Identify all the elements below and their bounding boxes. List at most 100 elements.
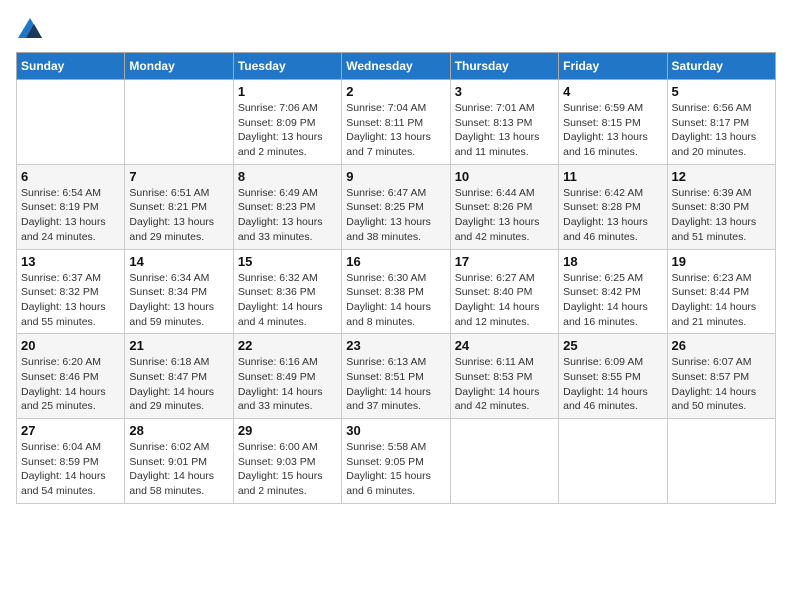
- day-info: Sunrise: 6:13 AM Sunset: 8:51 PM Dayligh…: [346, 355, 445, 414]
- day-number: 13: [21, 254, 120, 269]
- day-info: Sunrise: 6:04 AM Sunset: 8:59 PM Dayligh…: [21, 440, 120, 499]
- calendar-cell: 15 Sunrise: 6:32 AM Sunset: 8:36 PM Dayli…: [233, 249, 341, 334]
- day-number: 3: [455, 84, 554, 99]
- calendar-cell: 28 Sunrise: 6:02 AM Sunset: 9:01 PM Dayli…: [125, 419, 233, 504]
- day-info: Sunrise: 6:47 AM Sunset: 8:25 PM Dayligh…: [346, 186, 445, 245]
- day-info: Sunrise: 6:30 AM Sunset: 8:38 PM Dayligh…: [346, 271, 445, 330]
- calendar-cell: [17, 80, 125, 165]
- day-number: 18: [563, 254, 662, 269]
- day-number: 15: [238, 254, 337, 269]
- day-number: 23: [346, 338, 445, 353]
- day-info: Sunrise: 6:32 AM Sunset: 8:36 PM Dayligh…: [238, 271, 337, 330]
- calendar-cell: [125, 80, 233, 165]
- calendar-week-row: 6 Sunrise: 6:54 AM Sunset: 8:19 PM Daylig…: [17, 164, 776, 249]
- calendar-cell: [559, 419, 667, 504]
- calendar-cell: 21Sunrise: 6:18 AM Sunset: 8:47 PM Dayli…: [125, 334, 233, 419]
- day-info: Sunrise: 6:16 AM Sunset: 8:49 PM Dayligh…: [238, 355, 337, 414]
- calendar-cell: 25 Sunrise: 6:09 AM Sunset: 8:55 PM Dayli…: [559, 334, 667, 419]
- day-info: Sunrise: 6:23 AM Sunset: 8:44 PM Dayligh…: [672, 271, 771, 330]
- calendar-cell: 24 Sunrise: 6:11 AM Sunset: 8:53 PM Dayli…: [450, 334, 558, 419]
- calendar-cell: 13 Sunrise: 6:37 AM Sunset: 8:32 PM Dayli…: [17, 249, 125, 334]
- day-info: Sunrise: 6:42 AM Sunset: 8:28 PM Dayligh…: [563, 186, 662, 245]
- weekday-header-wednesday: Wednesday: [342, 53, 450, 80]
- calendar-cell: 12 Sunrise: 6:39 AM Sunset: 8:30 PM Dayli…: [667, 164, 775, 249]
- calendar-cell: 16 Sunrise: 6:30 AM Sunset: 8:38 PM Dayli…: [342, 249, 450, 334]
- day-number: 9: [346, 169, 445, 184]
- weekday-header-sunday: Sunday: [17, 53, 125, 80]
- day-info: Sunrise: 6:37 AM Sunset: 8:32 PM Dayligh…: [21, 271, 120, 330]
- calendar-cell: 30Sunrise: 5:58 AM Sunset: 9:05 PM Dayli…: [342, 419, 450, 504]
- day-info: Sunrise: 6:09 AM Sunset: 8:55 PM Dayligh…: [563, 355, 662, 414]
- calendar-cell: [667, 419, 775, 504]
- calendar-cell: 20 Sunrise: 6:20 AM Sunset: 8:46 PM Dayli…: [17, 334, 125, 419]
- calendar-week-row: 27 Sunrise: 6:04 AM Sunset: 8:59 PM Dayli…: [17, 419, 776, 504]
- logo-icon: [16, 16, 44, 44]
- weekday-header-monday: Monday: [125, 53, 233, 80]
- day-info: Sunrise: 6:44 AM Sunset: 8:26 PM Dayligh…: [455, 186, 554, 245]
- calendar-cell: 29 Sunrise: 6:00 AM Sunset: 9:03 PM Dayli…: [233, 419, 341, 504]
- page-header: [16, 16, 776, 44]
- day-number: 16: [346, 254, 445, 269]
- calendar-cell: 26 Sunrise: 6:07 AM Sunset: 8:57 PM Dayli…: [667, 334, 775, 419]
- calendar-cell: 1Sunrise: 7:06 AM Sunset: 8:09 PM Daylig…: [233, 80, 341, 165]
- day-number: 4: [563, 84, 662, 99]
- calendar-cell: 22 Sunrise: 6:16 AM Sunset: 8:49 PM Dayli…: [233, 334, 341, 419]
- calendar-cell: 19 Sunrise: 6:23 AM Sunset: 8:44 PM Dayli…: [667, 249, 775, 334]
- calendar-cell: 17 Sunrise: 6:27 AM Sunset: 8:40 PM Dayli…: [450, 249, 558, 334]
- calendar-cell: 2 Sunrise: 7:04 AM Sunset: 8:11 PM Daylig…: [342, 80, 450, 165]
- calendar-cell: 4Sunrise: 6:59 AM Sunset: 8:15 PM Daylig…: [559, 80, 667, 165]
- weekday-header-friday: Friday: [559, 53, 667, 80]
- day-number: 6: [21, 169, 120, 184]
- day-info: Sunrise: 6:07 AM Sunset: 8:57 PM Dayligh…: [672, 355, 771, 414]
- day-number: 28: [129, 423, 228, 438]
- day-info: Sunrise: 6:39 AM Sunset: 8:30 PM Dayligh…: [672, 186, 771, 245]
- day-info: Sunrise: 6:00 AM Sunset: 9:03 PM Dayligh…: [238, 440, 337, 499]
- day-number: 19: [672, 254, 771, 269]
- calendar-week-row: 13 Sunrise: 6:37 AM Sunset: 8:32 PM Dayli…: [17, 249, 776, 334]
- day-info: Sunrise: 7:01 AM Sunset: 8:13 PM Dayligh…: [455, 101, 554, 160]
- weekday-header-thursday: Thursday: [450, 53, 558, 80]
- day-info: Sunrise: 6:54 AM Sunset: 8:19 PM Dayligh…: [21, 186, 120, 245]
- calendar-cell: 14Sunrise: 6:34 AM Sunset: 8:34 PM Dayli…: [125, 249, 233, 334]
- calendar-cell: [450, 419, 558, 504]
- day-number: 27: [21, 423, 120, 438]
- day-info: Sunrise: 6:02 AM Sunset: 9:01 PM Dayligh…: [129, 440, 228, 499]
- logo: [16, 16, 48, 44]
- calendar-week-row: 1Sunrise: 7:06 AM Sunset: 8:09 PM Daylig…: [17, 80, 776, 165]
- calendar-cell: 9 Sunrise: 6:47 AM Sunset: 8:25 PM Daylig…: [342, 164, 450, 249]
- day-number: 14: [129, 254, 228, 269]
- calendar-cell: 6 Sunrise: 6:54 AM Sunset: 8:19 PM Daylig…: [17, 164, 125, 249]
- day-info: Sunrise: 5:58 AM Sunset: 9:05 PM Dayligh…: [346, 440, 445, 499]
- day-number: 29: [238, 423, 337, 438]
- day-number: 2: [346, 84, 445, 99]
- day-info: Sunrise: 6:25 AM Sunset: 8:42 PM Dayligh…: [563, 271, 662, 330]
- calendar-cell: 8 Sunrise: 6:49 AM Sunset: 8:23 PM Daylig…: [233, 164, 341, 249]
- weekday-header-tuesday: Tuesday: [233, 53, 341, 80]
- calendar-cell: 11 Sunrise: 6:42 AM Sunset: 8:28 PM Dayli…: [559, 164, 667, 249]
- calendar-week-row: 20 Sunrise: 6:20 AM Sunset: 8:46 PM Dayli…: [17, 334, 776, 419]
- day-number: 20: [21, 338, 120, 353]
- day-info: Sunrise: 6:20 AM Sunset: 8:46 PM Dayligh…: [21, 355, 120, 414]
- day-number: 26: [672, 338, 771, 353]
- calendar-cell: 23 Sunrise: 6:13 AM Sunset: 8:51 PM Dayli…: [342, 334, 450, 419]
- calendar-table: SundayMondayTuesdayWednesdayThursdayFrid…: [16, 52, 776, 504]
- calendar-cell: 3 Sunrise: 7:01 AM Sunset: 8:13 PM Daylig…: [450, 80, 558, 165]
- day-info: Sunrise: 6:49 AM Sunset: 8:23 PM Dayligh…: [238, 186, 337, 245]
- day-info: Sunrise: 6:27 AM Sunset: 8:40 PM Dayligh…: [455, 271, 554, 330]
- day-number: 22: [238, 338, 337, 353]
- calendar-cell: 18 Sunrise: 6:25 AM Sunset: 8:42 PM Dayli…: [559, 249, 667, 334]
- day-number: 5: [672, 84, 771, 99]
- day-number: 25: [563, 338, 662, 353]
- calendar-header-row: SundayMondayTuesdayWednesdayThursdayFrid…: [17, 53, 776, 80]
- day-number: 24: [455, 338, 554, 353]
- day-number: 11: [563, 169, 662, 184]
- day-number: 17: [455, 254, 554, 269]
- day-number: 10: [455, 169, 554, 184]
- calendar-cell: 10 Sunrise: 6:44 AM Sunset: 8:26 PM Dayli…: [450, 164, 558, 249]
- day-info: Sunrise: 7:06 AM Sunset: 8:09 PM Dayligh…: [238, 101, 337, 160]
- day-info: Sunrise: 6:11 AM Sunset: 8:53 PM Dayligh…: [455, 355, 554, 414]
- day-number: 8: [238, 169, 337, 184]
- day-number: 12: [672, 169, 771, 184]
- day-info: Sunrise: 6:56 AM Sunset: 8:17 PM Dayligh…: [672, 101, 771, 160]
- day-info: Sunrise: 7:04 AM Sunset: 8:11 PM Dayligh…: [346, 101, 445, 160]
